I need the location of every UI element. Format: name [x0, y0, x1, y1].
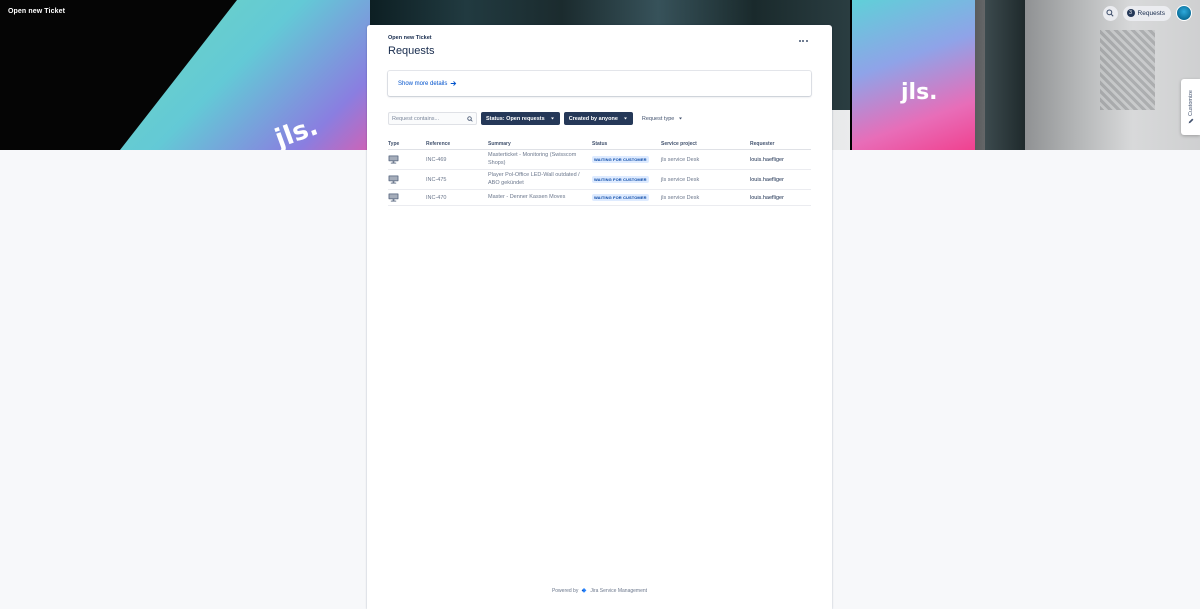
summary-cell[interactable]: Masterticket - Monitoring (Swisscom Shop…: [488, 152, 592, 167]
status-cell: WAITING FOR CUSTOMER: [592, 176, 661, 183]
status-badge: WAITING FOR CUSTOMER: [592, 176, 649, 183]
search-button[interactable]: [1102, 5, 1118, 21]
request-search-input[interactable]: [392, 115, 462, 122]
column-header-summary[interactable]: Summary: [488, 141, 592, 147]
requests-card: Open new Ticket Requests Show more detai…: [367, 25, 832, 609]
reference-cell[interactable]: INC-475: [426, 177, 488, 183]
jira-logo-icon: [581, 588, 587, 593]
banner-gradient-panel: [852, 0, 975, 150]
arrow-right-icon: [451, 81, 457, 86]
request-type-filter-label: Request type: [641, 115, 675, 122]
chevron-down-icon: [679, 117, 683, 120]
summary-cell[interactable]: Master - Denner Kassen Moves: [488, 194, 592, 202]
customize-label: Customize: [1187, 89, 1194, 116]
monitor-icon: [388, 155, 399, 164]
requests-button[interactable]: 3 Requests: [1122, 5, 1171, 21]
more-dot-icon: [798, 40, 801, 42]
banner-image-door: [985, 0, 1025, 150]
reference-cell[interactable]: INC-469: [426, 157, 488, 163]
pencil-icon: [1188, 119, 1193, 124]
show-more-details-panel: Show more details: [388, 71, 811, 96]
request-search-field[interactable]: [388, 112, 477, 125]
powered-by-label: Powered by: [551, 588, 579, 594]
service-project-cell: jls service Desk: [661, 194, 700, 201]
breadcrumb[interactable]: Open new Ticket: [388, 35, 432, 41]
service-project-cell: jls service Desk: [661, 156, 700, 163]
status-badge: WAITING FOR CUSTOMER: [592, 156, 649, 163]
requests-count-badge: 3: [1126, 9, 1135, 17]
column-header-reference[interactable]: Reference: [426, 141, 488, 147]
summary-cell[interactable]: Player Pol-Office LED-Wall outdated / AB…: [488, 172, 592, 187]
requester-cell: louis.haefliger: [750, 194, 784, 201]
request-type-filter-button[interactable]: Request type: [637, 112, 688, 125]
created-by-filter-button[interactable]: Created by anyone: [563, 112, 633, 125]
banner-logo: jls.: [901, 80, 938, 105]
service-project-cell: jls service Desk: [661, 176, 700, 183]
column-header-requester[interactable]: Requester: [750, 141, 811, 147]
customize-tab[interactable]: Customize: [1181, 79, 1200, 135]
filter-bar: Status: Open requests Created by anyone …: [388, 112, 688, 125]
status-cell: WAITING FOR CUSTOMER: [592, 156, 661, 163]
created-by-filter-label: Created by anyone: [568, 115, 618, 122]
show-more-details-link[interactable]: Show more details: [398, 81, 447, 87]
avatar[interactable]: [1176, 5, 1192, 21]
column-header-type[interactable]: Type: [388, 141, 426, 147]
table-row[interactable]: INC-469 Masterticket - Monitoring (Swiss…: [388, 150, 811, 170]
requests-table: Type Reference Summary Status Service pr…: [388, 139, 811, 206]
product-name[interactable]: Jira Service Management: [590, 588, 647, 594]
requester-cell: louis.haefliger: [750, 176, 784, 183]
requester-cell: louis.haefliger: [750, 156, 784, 163]
page-title: Requests: [388, 45, 435, 57]
table-row[interactable]: INC-475 Player Pol-Office LED-Wall outda…: [388, 170, 811, 190]
requests-label: Requests: [1137, 9, 1165, 17]
column-header-service-project[interactable]: Service project: [661, 141, 750, 147]
status-filter-label: Status: Open requests: [486, 115, 545, 122]
site-title[interactable]: Open new Ticket: [8, 8, 65, 15]
top-actions: 3 Requests: [1102, 5, 1192, 21]
more-actions-button[interactable]: [796, 36, 810, 46]
search-icon: [1106, 9, 1114, 17]
monitor-icon: [388, 193, 399, 202]
monitor-icon: [388, 175, 399, 184]
table-header: Type Reference Summary Status Service pr…: [388, 139, 811, 150]
column-header-status[interactable]: Status: [592, 141, 661, 147]
chevron-down-icon: [623, 117, 627, 120]
search-icon: [467, 115, 473, 122]
table-row[interactable]: INC-470 Master - Denner Kassen Moves WAI…: [388, 190, 811, 206]
footer: Powered by Jira Service Management: [367, 588, 832, 594]
reference-cell[interactable]: INC-470: [426, 195, 488, 201]
status-filter-button[interactable]: Status: Open requests: [481, 112, 560, 125]
banner-image-window: [1100, 30, 1155, 110]
more-dot-icon: [805, 40, 808, 42]
status-cell: WAITING FOR CUSTOMER: [592, 194, 661, 201]
more-dot-icon: [802, 40, 804, 42]
chevron-down-icon: [550, 117, 554, 120]
status-badge: WAITING FOR CUSTOMER: [592, 194, 649, 201]
